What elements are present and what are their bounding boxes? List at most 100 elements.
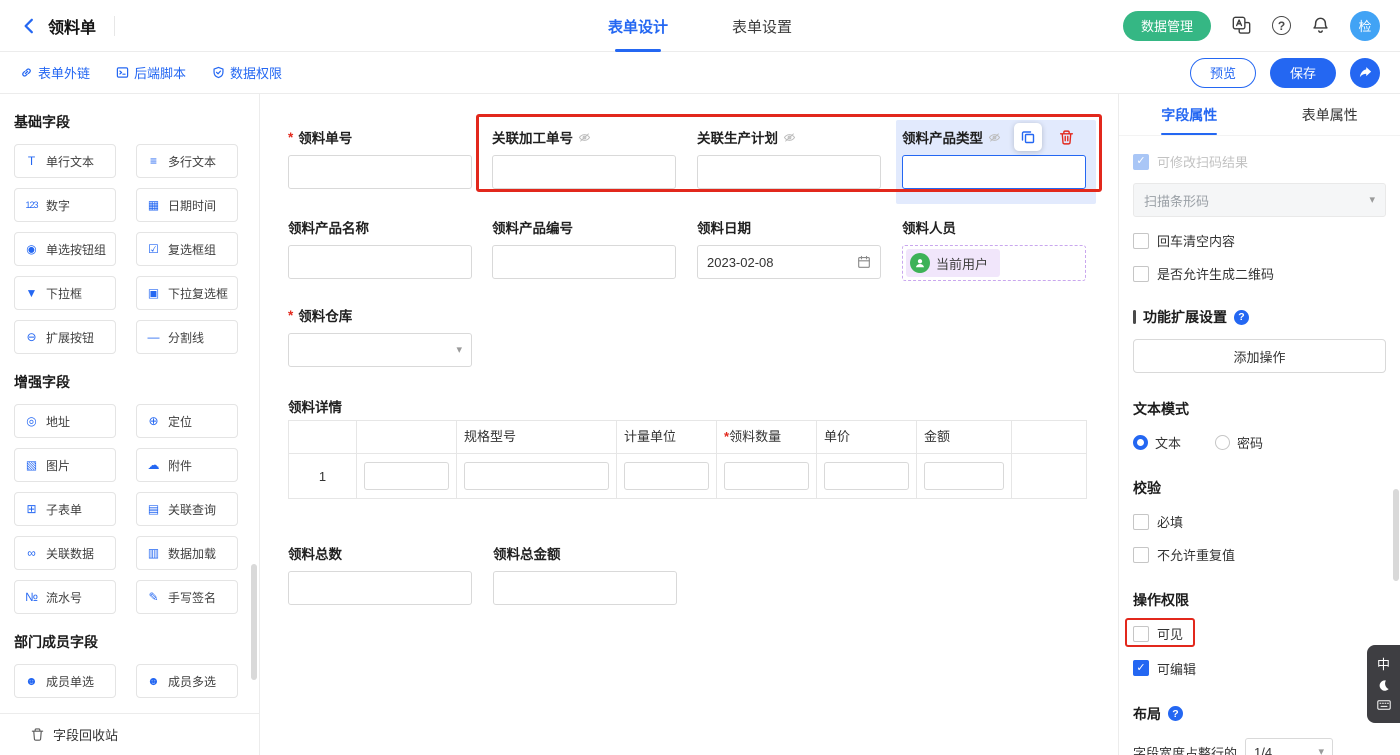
field-type-select-dropdown[interactable]: ▼下拉框: [14, 276, 116, 310]
person-default-value[interactable]: 当前用户: [902, 245, 1086, 281]
field-type-member-single[interactable]: ☻成员单选: [14, 664, 116, 698]
field-type-radio-group[interactable]: ◉单选按钮组: [14, 232, 116, 266]
subform-cell-input[interactable]: [364, 462, 449, 490]
tab-field-properties[interactable]: 字段属性: [1119, 94, 1260, 135]
field-type-member-multi[interactable]: ☻成员多选: [136, 664, 238, 698]
order-no-input[interactable]: [288, 155, 472, 189]
input-method-widget[interactable]: 中: [1367, 645, 1400, 723]
field-type-linked-data[interactable]: ∞关联数据: [14, 536, 116, 570]
properties-panel: 字段属性 表单属性 ✓ 可修改扫码结果 扫描条形码 ▾ 回车清空内容: [1118, 94, 1400, 755]
field-type-multi-select-dropdown[interactable]: ▣下拉复选框: [136, 276, 238, 310]
shield-icon: [212, 66, 225, 79]
field-type-linked-query[interactable]: ▤关联查询: [136, 492, 238, 526]
total-amount-input[interactable]: [493, 571, 677, 605]
field-type-address[interactable]: ◎地址: [14, 404, 116, 438]
add-action-button[interactable]: 添加操作: [1133, 339, 1386, 373]
field-warehouse[interactable]: *领料仓库 ▾: [288, 306, 472, 367]
required-checkbox[interactable]: 必填: [1133, 512, 1386, 531]
product-type-input[interactable]: [902, 155, 1086, 189]
data-permission-link[interactable]: 数据权限: [212, 63, 282, 82]
field-type-subform[interactable]: ⊞子表单: [14, 492, 116, 526]
field-type-divider[interactable]: —分割线: [136, 320, 238, 354]
field-recycle-bin[interactable]: 字段回收站: [0, 713, 259, 755]
modify-scan-result-checkbox[interactable]: ✓ 可修改扫码结果: [1133, 152, 1386, 171]
data-manage-button[interactable]: 数据管理: [1123, 11, 1211, 41]
delete-field-button[interactable]: [1052, 123, 1080, 151]
tab-form-design[interactable]: 表单设计: [608, 0, 668, 52]
field-type-label: 扩展按钮: [46, 329, 94, 346]
subform-cell-input[interactable]: [724, 462, 809, 490]
field-order-no[interactable]: *领料单号: [288, 128, 472, 189]
allow-qrcode-checkbox[interactable]: 是否允许生成二维码: [1133, 264, 1386, 283]
panel-scrollbar[interactable]: [1393, 489, 1399, 581]
help-icon[interactable]: ?: [1272, 16, 1291, 35]
back-button[interactable]: [20, 17, 38, 35]
no-duplicate-checkbox[interactable]: 不允许重复值: [1133, 545, 1386, 564]
field-product-code[interactable]: 领料产品编号: [492, 218, 676, 279]
field-type-extend-button[interactable]: ⊖扩展按钮: [14, 320, 116, 354]
form-external-link[interactable]: 表单外链: [20, 63, 90, 82]
field-type-checkbox-group[interactable]: ☑复选框组: [136, 232, 238, 266]
field-type-serial-number[interactable]: №流水号: [14, 580, 116, 614]
field-type-image[interactable]: ▧图片: [14, 448, 116, 482]
field-type-single-line-text[interactable]: T单行文本: [14, 144, 116, 178]
subform-row-index-cell: 1: [289, 454, 357, 498]
hidden-eye-off-icon: [578, 131, 591, 144]
field-product-name[interactable]: 领料产品名称: [288, 218, 472, 279]
total-count-input[interactable]: [288, 571, 472, 605]
tab-form-properties[interactable]: 表单属性: [1260, 94, 1400, 135]
main-body: 基础字段T单行文本≡多行文本123数字▦日期时间◉单选按钮组☑复选框组▼下拉框▣…: [0, 94, 1400, 755]
field-type-datetime[interactable]: ▦日期时间: [136, 188, 238, 222]
process-no-input[interactable]: [492, 155, 676, 189]
help-question-icon[interactable]: ?: [1168, 706, 1183, 721]
subform-cell-input[interactable]: [624, 462, 709, 490]
production-plan-input[interactable]: [697, 155, 881, 189]
sidebar-scrollbar[interactable]: [251, 564, 257, 680]
scan-mode-select: 扫描条形码 ▾: [1133, 183, 1386, 217]
user-avatar[interactable]: 检: [1350, 11, 1380, 41]
subform-cell-input[interactable]: [924, 462, 1004, 490]
clear-on-enter-checkbox[interactable]: 回车清空内容: [1133, 231, 1386, 250]
field-total-amount[interactable]: 领料总金额: [493, 544, 677, 605]
field-warehouse-label: *领料仓库: [288, 306, 472, 324]
text-mode-option-text[interactable]: 文本: [1133, 433, 1181, 452]
notification-bell-icon[interactable]: [1311, 16, 1330, 35]
field-type-location[interactable]: ⊕定位: [136, 404, 238, 438]
field-process-no[interactable]: 关联加工单号: [492, 128, 676, 189]
help-question-icon[interactable]: ?: [1234, 310, 1249, 325]
product-name-input[interactable]: [288, 245, 472, 279]
layout-title: 布局 ?: [1133, 704, 1386, 724]
product-code-input[interactable]: [492, 245, 676, 279]
field-type-attachment[interactable]: ☁附件: [136, 448, 238, 482]
subform-cell: [457, 454, 617, 498]
script-icon: [116, 66, 129, 79]
warehouse-select[interactable]: ▾: [288, 333, 472, 367]
tab-form-settings[interactable]: 表单设置: [732, 0, 792, 52]
date-input[interactable]: 2023-02-08: [697, 245, 881, 279]
subform-icon: ⊞: [23, 503, 40, 515]
save-button[interactable]: 保存: [1270, 58, 1336, 88]
field-total-count[interactable]: 领料总数: [288, 544, 472, 605]
section-bar: [1133, 310, 1136, 324]
field-date[interactable]: 领料日期 2023-02-08: [697, 218, 881, 279]
share-button[interactable]: [1350, 58, 1380, 88]
field-type-number[interactable]: 123数字: [14, 188, 116, 222]
backend-script-link[interactable]: 后端脚本: [116, 63, 186, 82]
editable-checkbox[interactable]: ✓ 可编辑: [1133, 659, 1386, 678]
tab-form-settings-label: 表单设置: [732, 16, 792, 37]
field-person[interactable]: 领料人员 当前用户: [902, 218, 1086, 281]
field-type-signature[interactable]: ✎手写签名: [136, 580, 238, 614]
translate-icon[interactable]: [1231, 15, 1252, 36]
copy-field-button[interactable]: [1014, 123, 1042, 151]
field-type-multi-line-text[interactable]: ≡多行文本: [136, 144, 238, 178]
subform-cell-input[interactable]: [824, 462, 909, 490]
visible-checkbox-wrap: 可见: [1133, 624, 1183, 643]
field-width-select[interactable]: 1/4 ▾: [1245, 738, 1333, 755]
visible-checkbox[interactable]: 可见: [1133, 624, 1183, 643]
field-type-data-load[interactable]: ▥数据加载: [136, 536, 238, 570]
checkbox-unchecked-icon: [1133, 514, 1149, 530]
field-production-plan[interactable]: 关联生产计划: [697, 128, 881, 189]
text-mode-option-password[interactable]: 密码: [1215, 433, 1263, 452]
subform-cell-input[interactable]: [464, 462, 609, 490]
preview-button[interactable]: 预览: [1190, 58, 1256, 88]
